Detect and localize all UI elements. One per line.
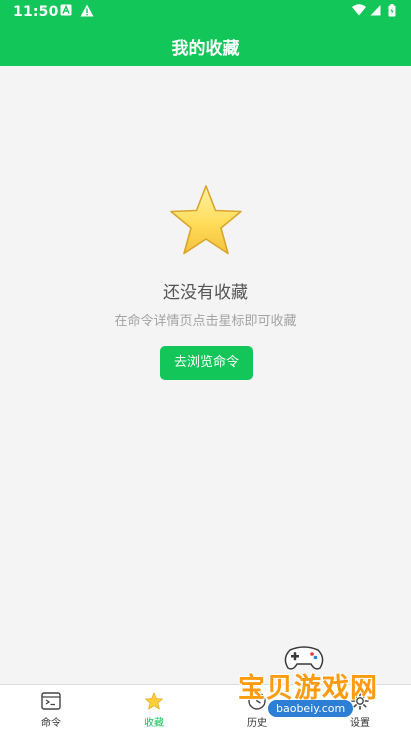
watermark-url: baobeiy.com: [268, 700, 354, 717]
terminal-icon: [41, 692, 61, 710]
empty-state-hint: 在命令详情页点击星标即可收藏: [114, 314, 297, 329]
nav-item-commands[interactable]: 命令: [0, 685, 102, 732]
nav-item-favorites[interactable]: 收藏: [103, 685, 205, 732]
nav-label-commands: 命令: [41, 718, 61, 729]
browse-commands-button[interactable]: 去浏览命令: [160, 346, 253, 380]
star-icon: [145, 692, 163, 710]
favorites-content: 还没有收藏 在命令详情页点击星标即可收藏 去浏览命令: [0, 66, 411, 684]
status-time: 11:50: [13, 4, 59, 20]
nav-label-favorites: 收藏: [144, 718, 164, 729]
watermark-logo: 宝贝游戏网 baobeiy.com: [232, 644, 382, 732]
page-title: 我的收藏: [171, 39, 240, 59]
star-icon: [170, 185, 242, 255]
signal-icon: [370, 5, 381, 16]
empty-state-title: 还没有收藏: [163, 283, 248, 303]
wifi-icon: [352, 4, 366, 16]
status-bar: 11:50: [0, 0, 411, 24]
app-header: 11:50 我的收藏: [0, 0, 411, 66]
warning-icon: [80, 4, 94, 17]
a-icon: [60, 4, 72, 16]
battery-icon: [388, 4, 396, 17]
